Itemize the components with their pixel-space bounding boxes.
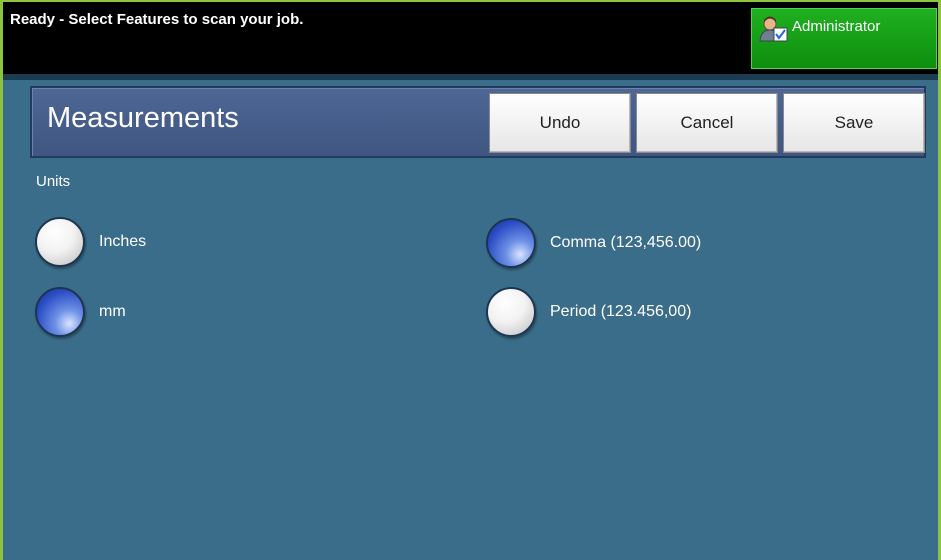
units-section-label: Units bbox=[36, 173, 71, 190]
radio-button-mm[interactable] bbox=[35, 287, 85, 337]
option-label-inches: Inches bbox=[99, 233, 147, 250]
status-bar: Ready - Select Features to scan your job… bbox=[3, 2, 938, 74]
option-label-comma: Comma (123,456.00) bbox=[550, 234, 702, 251]
device-screen: Ready - Select Features to scan your job… bbox=[0, 0, 941, 560]
status-divider bbox=[3, 74, 938, 80]
separator-option-comma[interactable]: Comma (123,456.00) bbox=[486, 217, 701, 269]
radio-button-inches[interactable] bbox=[35, 217, 85, 267]
undo-button[interactable]: Undo bbox=[489, 93, 631, 153]
radio-button-comma[interactable] bbox=[486, 218, 536, 268]
units-option-mm[interactable]: mm bbox=[35, 286, 126, 338]
title-panel: Measurements Undo Cancel Save bbox=[30, 86, 926, 158]
administrator-label: Administrator bbox=[792, 18, 881, 35]
separator-option-period[interactable]: Period (123.456,00) bbox=[486, 286, 691, 338]
save-button[interactable]: Save bbox=[783, 93, 925, 153]
option-label-period: Period (123.456,00) bbox=[550, 303, 692, 320]
page-title: Measurements bbox=[47, 102, 239, 134]
administrator-user-icon bbox=[759, 16, 788, 42]
administrator-button[interactable]: Administrator bbox=[751, 8, 937, 69]
cancel-button[interactable]: Cancel bbox=[636, 93, 778, 153]
option-label-mm: mm bbox=[99, 303, 126, 320]
status-message: Ready - Select Features to scan your job… bbox=[10, 11, 304, 28]
units-option-inches[interactable]: Inches bbox=[35, 216, 146, 268]
radio-button-period[interactable] bbox=[486, 287, 536, 337]
